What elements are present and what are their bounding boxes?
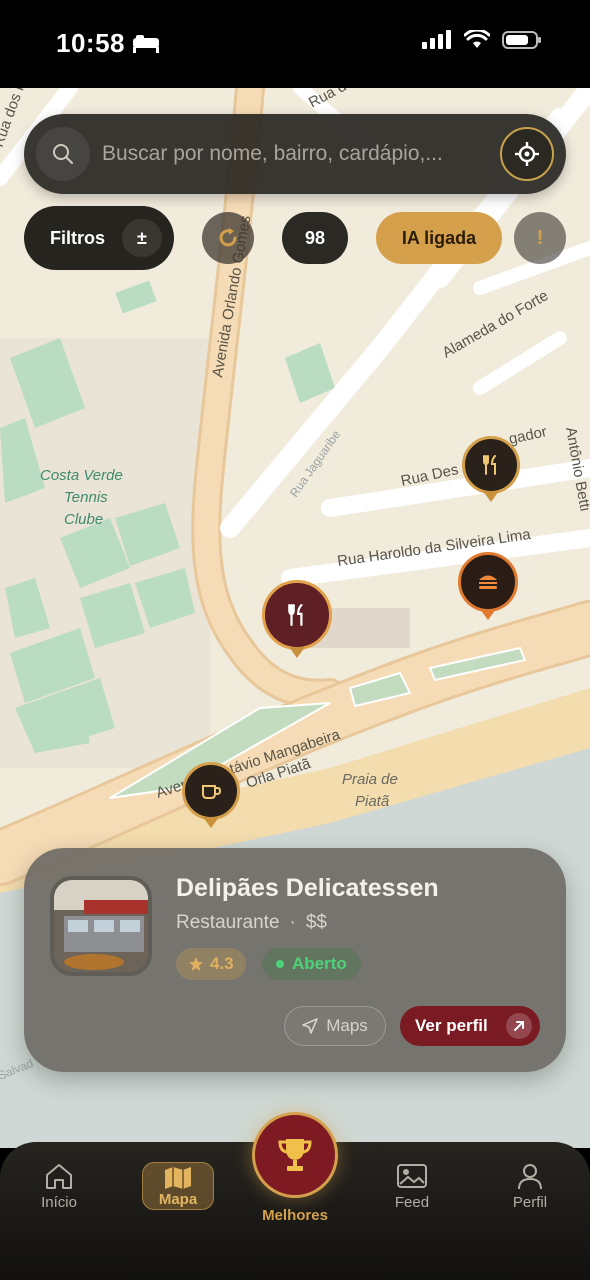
status-time: 10:58 [56, 28, 125, 58]
crosshair-icon [515, 142, 539, 166]
map-label: Praia de [342, 771, 398, 788]
ai-toggle-chip[interactable]: IA ligada [376, 212, 502, 264]
tab-label: Perfil [512, 1194, 548, 1211]
burger-icon [479, 575, 497, 589]
star-icon [189, 957, 203, 971]
status-indicators [422, 30, 542, 50]
tab-home[interactable]: Início [19, 1162, 99, 1211]
place-card[interactable]: Delipães Delicatessen Restaurante · $$ 4… [24, 848, 566, 1072]
map-label: Tennis [64, 489, 108, 506]
best-places-button[interactable] [252, 1112, 338, 1198]
place-meta: Restaurante · $$ [176, 912, 327, 934]
status-dot [276, 960, 284, 968]
map-pin-cafe[interactable] [182, 762, 240, 820]
place-category: Restaurante [176, 912, 280, 933]
locate-button[interactable] [500, 127, 554, 181]
search-icon[interactable] [36, 127, 90, 181]
sleep-mode-icon [133, 35, 159, 53]
filters-button[interactable]: Filtros ± [24, 206, 174, 270]
tab-profile[interactable]: Perfil [490, 1162, 570, 1211]
filters-label: Filtros [50, 227, 106, 248]
tab-map[interactable]: Mapa [138, 1162, 218, 1210]
place-name: Delipães Delicatessen [176, 874, 439, 902]
place-price: $$ [305, 912, 327, 933]
wifi-icon [464, 30, 490, 48]
search-input[interactable] [102, 142, 500, 166]
navigation-arrow-icon [302, 1018, 319, 1034]
tab-map-active[interactable]: Mapa [142, 1162, 214, 1210]
meta-separator: · [289, 912, 296, 933]
results-count-chip[interactable]: 98 [282, 212, 348, 264]
image-icon [397, 1164, 427, 1188]
tab-label: Início [41, 1194, 77, 1211]
refresh-icon [219, 228, 237, 247]
fork-knife-icon [483, 455, 496, 475]
map-label: Piatã [355, 793, 390, 810]
fork-knife-icon [288, 604, 303, 626]
place-thumbnail[interactable] [50, 876, 152, 976]
coffee-icon [202, 785, 222, 799]
maps-label: Maps [326, 1016, 368, 1035]
arrow-up-right-icon [506, 1013, 532, 1039]
maps-button[interactable]: Maps [284, 1006, 386, 1046]
rating-badge: 4.3 [176, 948, 246, 980]
tab-label: Feed [394, 1194, 430, 1211]
map-label: Clube [64, 511, 103, 528]
open-status-badge: Aberto [262, 948, 361, 980]
signal-icon [422, 30, 451, 49]
tab-feed[interactable]: Feed [372, 1162, 452, 1211]
plus-minus-icon: ± [122, 219, 162, 257]
alert-chip[interactable]: ! [514, 212, 566, 264]
map-label: Costa Verde [40, 467, 123, 484]
view-profile-label: Ver perfil [415, 1016, 488, 1035]
map-pin-burger[interactable] [458, 552, 518, 612]
trophy-icon [278, 1139, 312, 1171]
status-bar: 10:58 [0, 0, 590, 88]
view-profile-button[interactable]: Ver perfil [400, 1006, 540, 1046]
tab-label: Mapa [158, 1190, 198, 1208]
tab-best-label: Melhores [262, 1207, 328, 1224]
home-icon [46, 1164, 72, 1189]
map-pin-restaurant[interactable] [462, 436, 520, 494]
refresh-button[interactable] [202, 212, 254, 264]
user-icon [518, 1164, 542, 1190]
map-pin-selected[interactable] [262, 580, 332, 650]
search-bar[interactable] [24, 114, 566, 194]
open-status-text: Aberto [292, 954, 347, 973]
map-icon [165, 1166, 191, 1189]
battery-icon [502, 31, 541, 49]
rating-value: 4.3 [210, 954, 234, 973]
